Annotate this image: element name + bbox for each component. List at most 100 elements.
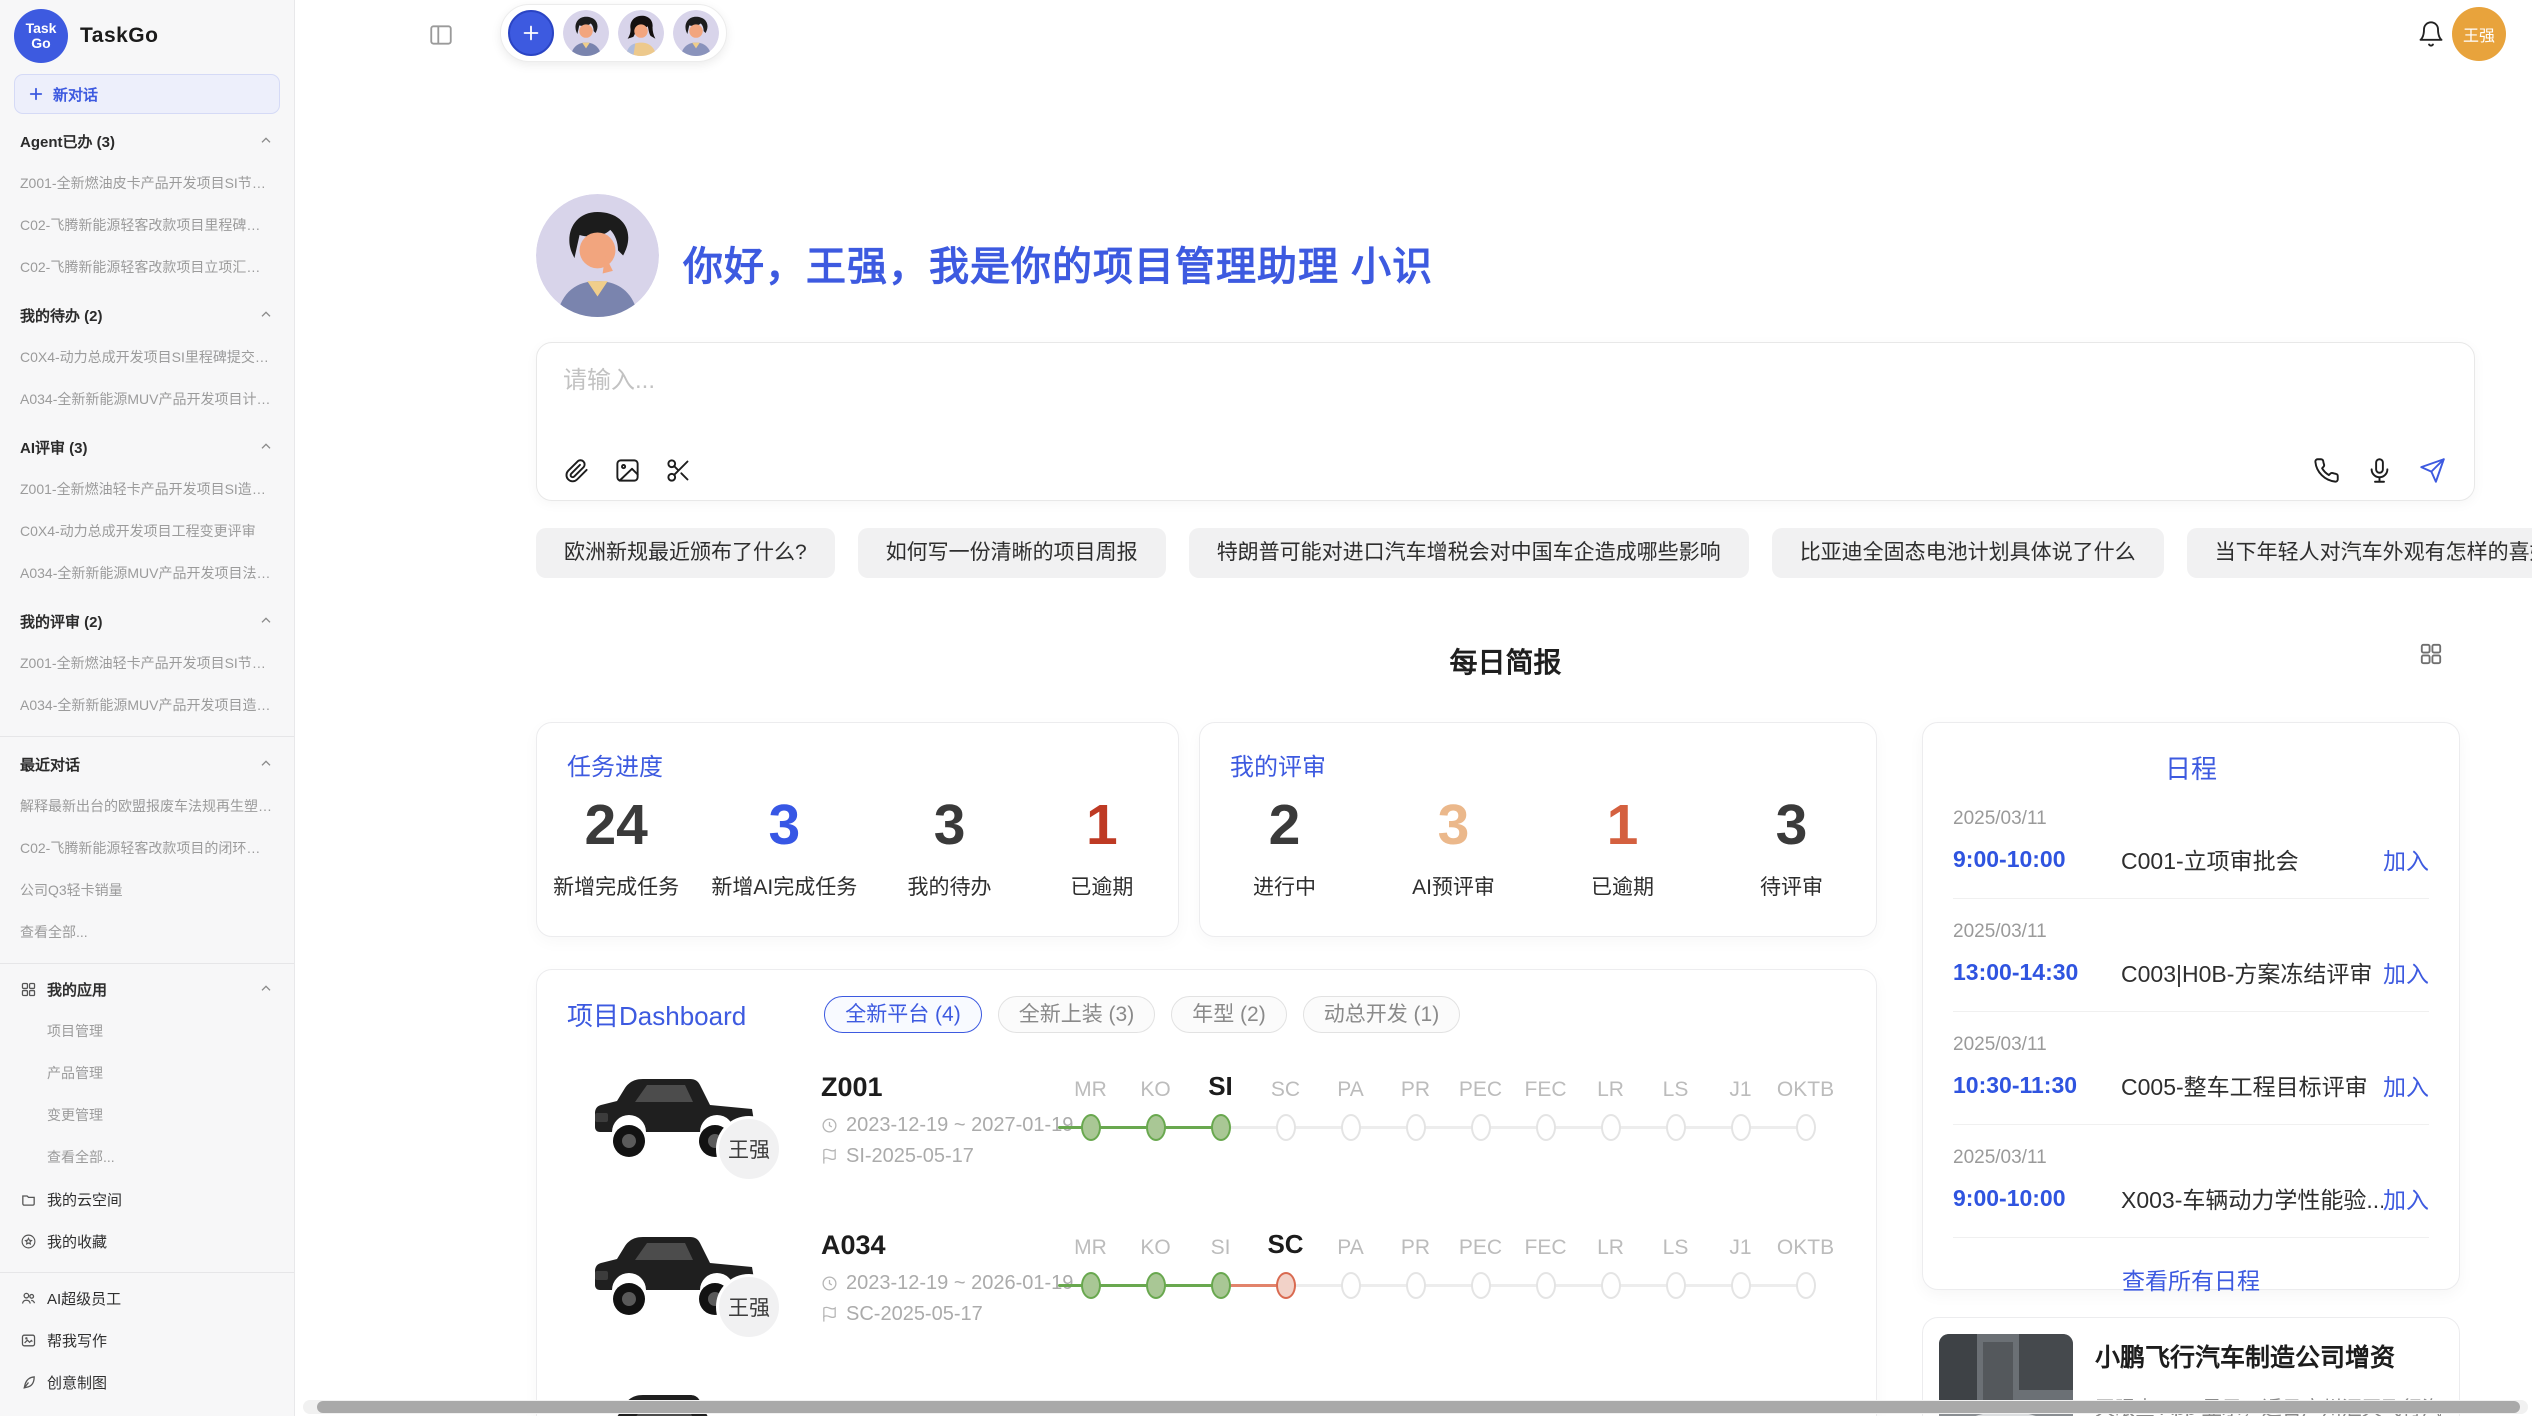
recent-chat-item[interactable]: 解释最新出台的欧盟报废车法规再生塑料比例被调到15%... (0, 785, 294, 827)
project-row[interactable]: 王强 A034 2023-12-19 ~ 2026-01-19 SC-2025-… (537, 1216, 1876, 1356)
milestone-node-done (1081, 1114, 1101, 1141)
suggestion-chip[interactable]: 欧洲新规最近颁布了什么? (536, 528, 835, 578)
user-avatar[interactable]: 王强 (2452, 7, 2506, 61)
join-button[interactable]: 加入 (2383, 1068, 2429, 1102)
milestone-label: LR (1578, 1236, 1643, 1260)
divider (0, 1272, 294, 1273)
suggestion-chip[interactable]: 当下年轻人对汽车外观有怎样的喜好趋势 (2187, 528, 2532, 578)
divider (1953, 1237, 2429, 1238)
flag-label: SC-2025-05-17 (846, 1303, 983, 1326)
suggestion-chips: 欧洲新规最近颁布了什么? 如何写一份清晰的项目周报 特朗普可能对进口汽车增税会对… (536, 528, 2475, 578)
filter-tab[interactable]: 年型 (2) (1171, 996, 1287, 1033)
section-my-todo[interactable]: 我的待办 (2) (0, 294, 294, 336)
panel-toggle-icon[interactable] (428, 22, 454, 48)
horizontal-scrollbar-thumb[interactable] (317, 1401, 2520, 1413)
sidebar-item[interactable]: Z001-全新燃油皮卡产品开发项目SI节点Lesson Learn报告 (0, 162, 294, 204)
join-button[interactable]: 加入 (2383, 842, 2429, 876)
sidebar-item[interactable]: C0X4-动力总成开发项目工程变更评审 (0, 510, 294, 552)
schedule-time: 10:30-11:30 (1953, 1072, 2121, 1099)
creative-draw-label: 创意制图 (47, 1372, 107, 1393)
milestone-node (1731, 1114, 1751, 1141)
sidebar-item-product-mgmt[interactable]: 产品管理 (0, 1052, 294, 1094)
sidebar-item-cloud-space[interactable]: 我的云空间 (0, 1178, 294, 1220)
schedule-card: 日程 2025/03/11 9:00-10:00 C001-立项审批会 加入 2… (1922, 722, 2460, 1290)
sidebar-item[interactable]: C02-飞腾新能源轻客改款项目立项汇报方案 (0, 246, 294, 288)
sidebar-item-favorites[interactable]: 我的收藏 (0, 1220, 294, 1262)
app-title: TaskGo (80, 24, 158, 48)
milestone-node-done (1146, 1114, 1166, 1141)
sidebar-item[interactable]: Z001-全新燃油轻卡产品开发项目SI节点属性5D文件评审 (0, 642, 294, 684)
new-chat-button[interactable]: 新对话 (14, 74, 280, 114)
section-my-review[interactable]: 我的评审 (2) (0, 600, 294, 642)
chevron-up-icon[interactable] (258, 307, 274, 323)
stat-value: 3 (890, 793, 1010, 857)
agent-avatar[interactable] (563, 10, 609, 56)
suggestion-chip[interactable]: 如何写一份清晰的项目周报 (858, 528, 1166, 578)
filter-tab[interactable]: 全新平台 (4) (824, 996, 982, 1033)
people-icon (20, 1290, 37, 1307)
sidebar-item-project-mgmt[interactable]: 项目管理 (0, 1010, 294, 1052)
main-area: 王强 你好，王强，我是你的项目管理助理 小识 欧洲新规最近颁布了什么? 如何写一… (295, 0, 2532, 1416)
recent-chat-item[interactable]: 公司Q3轻卡销量 (0, 869, 294, 911)
send-icon[interactable] (2419, 457, 2446, 484)
section-agent-done[interactable]: Agent已办 (3) (0, 120, 294, 162)
sidebar-item[interactable]: C02-飞腾新能源轻客改款项目里程碑画布 (0, 204, 294, 246)
chevron-up-icon[interactable] (258, 439, 274, 455)
sidebar-item-ai-employee[interactable]: AI超级员工 (0, 1277, 294, 1319)
filter-tab[interactable]: 全新上装 (3) (998, 996, 1156, 1033)
milestone-label: OKTB (1773, 1236, 1838, 1260)
microphone-icon[interactable] (2366, 457, 2393, 484)
chevron-up-icon[interactable] (258, 756, 274, 772)
add-agent-button[interactable] (508, 10, 554, 56)
sidebar-item[interactable]: C0X4-动力总成开发项目SI里程碑提交物检查 (0, 336, 294, 378)
agent-avatar[interactable] (618, 10, 664, 56)
join-button[interactable]: 加入 (2383, 1181, 2429, 1215)
project-row[interactable]: 王强 Z001 2023-12-19 ~ 2027-01-19 SI-2025-… (537, 1058, 1876, 1198)
sidebar-item[interactable]: A034-全新新能源MUV产品开发项目造型可行性评审 (0, 684, 294, 726)
suggestion-chip[interactable]: 比亚迪全固态电池计划具体说了什么 (1772, 528, 2164, 578)
section-recent-chats[interactable]: 最近对话 (0, 743, 294, 785)
filter-tab[interactable]: 动总开发 (1) (1303, 996, 1461, 1033)
view-all-apps[interactable]: 查看全部... (0, 1136, 294, 1178)
view-all-chats[interactable]: 查看全部... (0, 911, 294, 953)
sidebar-item[interactable]: Z001-全新燃油轻卡产品开发项目SI造型提交物评审 (0, 468, 294, 510)
sidebar-item-help-write[interactable]: 帮我写作 (0, 1319, 294, 1361)
join-button[interactable]: 加入 (2383, 955, 2429, 989)
schedule-event-title: X003-车辆动力学性能验... (2121, 1181, 2383, 1215)
layout-grid-icon[interactable] (2418, 641, 2444, 667)
stat-label: 待评审 (1732, 871, 1852, 901)
chevron-up-icon[interactable] (258, 613, 274, 629)
paperclip-icon[interactable] (563, 457, 590, 484)
milestone-label: PA (1318, 1078, 1383, 1102)
taskgo-app: Task Go TaskGo 新对话 Agent已办 (3) Z001-全新燃油… (0, 0, 2532, 1416)
chevron-up-icon[interactable] (258, 981, 274, 997)
dashboard-filters: 全新平台 (4) 全新上装 (3) 年型 (2) 动总开发 (1) (824, 996, 1460, 1033)
sidebar: Task Go TaskGo 新对话 Agent已办 (3) Z001-全新燃油… (0, 0, 295, 1416)
phone-icon[interactable] (2313, 457, 2340, 484)
image-icon[interactable] (614, 457, 641, 484)
ai-employee-label: AI超级员工 (47, 1288, 121, 1309)
suggestion-chip[interactable]: 特朗普可能对进口汽车增税会对中国车企造成哪些影响 (1189, 528, 1749, 578)
agent-avatar[interactable] (673, 10, 719, 56)
stat-my-todo: 3 我的待办 (890, 793, 1010, 901)
sidebar-item-change-mgmt[interactable]: 变更管理 (0, 1094, 294, 1136)
recent-chat-item[interactable]: C02-飞腾新能源轻客改款项目的闭环通告反馈情况 (0, 827, 294, 869)
milestone-label: PEC (1448, 1236, 1513, 1260)
horizontal-scrollbar-track[interactable] (303, 1400, 2528, 1414)
sidebar-item[interactable]: A034-全新新能源MUV产品开发项目法规符合性评审 (0, 552, 294, 594)
chevron-up-icon[interactable] (258, 133, 274, 149)
scissors-icon[interactable] (665, 457, 692, 484)
view-all-schedule-link[interactable]: 查看所有日程 (1953, 1262, 2429, 1296)
chat-input[interactable] (563, 361, 2063, 401)
stat-label: 已逾期 (1563, 871, 1683, 901)
milestone-node (1406, 1114, 1426, 1141)
sidebar-item[interactable]: A034-全新新能源MUV产品开发项目计划变更表编写 (0, 378, 294, 420)
milestone-node (1731, 1272, 1751, 1299)
stat-in-progress: 2 进行中 (1225, 793, 1345, 901)
notification-bell-icon[interactable] (2417, 20, 2445, 48)
section-ai-review[interactable]: AI评审 (3) (0, 426, 294, 468)
new-chat-label: 新对话 (53, 84, 98, 105)
sidebar-item-my-apps[interactable]: 我的应用 (0, 968, 294, 1010)
sidebar-item-creative-draw[interactable]: 创意制图 (0, 1361, 294, 1403)
milestone-track (1058, 1264, 1838, 1308)
